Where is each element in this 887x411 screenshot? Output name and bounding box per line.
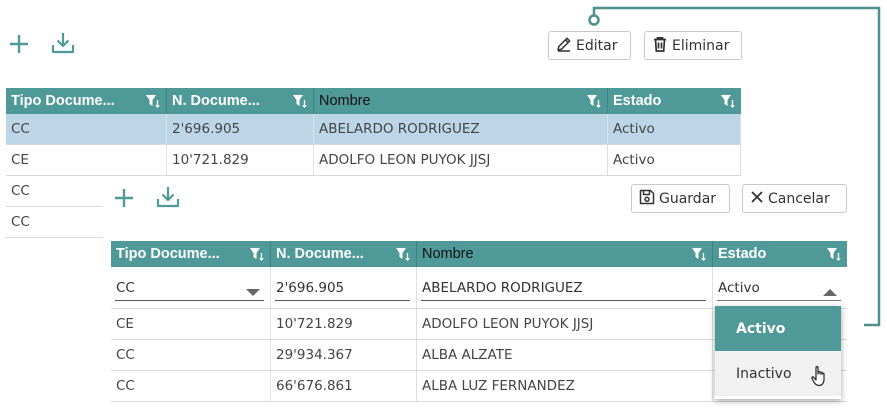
cell-tipo: CC	[6, 114, 167, 144]
pencil-icon	[555, 35, 576, 57]
column-header-label: Tipo Docume...	[116, 246, 220, 262]
column-header-estado[interactable]: Estado	[713, 241, 847, 267]
cell-numero: 10'721.829	[271, 309, 417, 339]
column-header-label: Tipo Docume...	[11, 93, 115, 109]
dropdown-option-label: Inactivo	[736, 365, 792, 382]
table-row[interactable]: CE 10'721.829 ADOLFO LEON PUYOK JJSJ Act…	[6, 145, 741, 176]
column-header-numero[interactable]: N. Docume...	[271, 241, 417, 267]
cell-numero: 29'934.367	[271, 340, 417, 370]
column-header-numero[interactable]: N. Docume...	[167, 88, 314, 114]
cell-nombre: ADOLFO LEON PUYOK JJSJ	[417, 309, 713, 339]
column-header-estado[interactable]: Estado	[608, 88, 741, 114]
hand-cursor-icon	[810, 364, 830, 392]
delete-button[interactable]: Eliminar	[644, 31, 742, 60]
column-header-tipo[interactable]: Tipo Docume...	[111, 241, 271, 267]
cell-numero: 2'696.905	[271, 267, 417, 308]
column-header-label: Estado	[718, 246, 767, 262]
download-icon	[155, 184, 181, 210]
cell-estado: Activo	[608, 145, 741, 175]
download-button[interactable]	[50, 30, 76, 56]
download-button[interactable]	[155, 184, 181, 210]
cancel-button-label: Cancelar	[768, 190, 830, 207]
caret-down-icon[interactable]	[246, 285, 260, 301]
cell-estado: Activo	[608, 114, 741, 144]
numero-input[interactable]: 2'696.905	[275, 276, 410, 301]
filter-icon[interactable]	[145, 93, 161, 113]
filter-icon[interactable]	[691, 246, 707, 266]
add-button[interactable]	[6, 31, 32, 57]
estado-select[interactable]: Activo	[717, 276, 841, 301]
cell-tipo: CE	[6, 145, 167, 175]
cell-nombre: ABELARDO RODRIGUEZ	[314, 114, 608, 144]
filter-icon[interactable]	[249, 246, 265, 266]
cell-numero: 66'676.861	[271, 371, 417, 401]
filter-icon[interactable]	[826, 246, 842, 266]
nombre-input-value: ABELARDO RODRIGUEZ	[422, 280, 583, 296]
filter-icon[interactable]	[720, 93, 736, 113]
column-header-label: N. Docume...	[276, 246, 364, 262]
cell-tipo: CC	[111, 340, 271, 370]
floppy-icon	[638, 188, 659, 210]
column-header-label: Nombre	[422, 246, 474, 262]
filter-icon[interactable]	[395, 246, 411, 266]
cell-tipo: CC	[111, 267, 271, 308]
cell-nombre: ABELARDO RODRIGUEZ	[417, 267, 713, 308]
numero-input-value: 2'696.905	[276, 280, 345, 296]
table-row[interactable]: CC	[6, 207, 103, 238]
grid-header: Tipo Docume... N. Docume... Nombre Estad…	[6, 88, 741, 114]
cell-estado: Activo	[713, 267, 847, 308]
download-icon	[50, 30, 76, 56]
editing-row: CC 2'696.905 ABELARDO RODRIGUEZ Activo	[111, 267, 847, 309]
grid-header: Tipo Docume... N. Docume... Nombre Estad…	[111, 241, 847, 267]
plus-icon	[113, 187, 135, 209]
cell-tipo: CC	[11, 183, 30, 199]
filter-icon[interactable]	[292, 93, 308, 113]
column-header-label: Nombre	[319, 93, 371, 109]
dropdown-option-inactivo[interactable]: Inactivo	[715, 351, 841, 396]
cell-tipo: CC	[11, 214, 30, 230]
cell-nombre: ALBA ALZATE	[417, 340, 713, 370]
save-button[interactable]: Guardar	[631, 184, 730, 213]
filter-icon[interactable]	[586, 93, 602, 113]
edit-button-label: Editar	[576, 37, 618, 54]
nombre-input[interactable]: ABELARDO RODRIGUEZ	[421, 276, 706, 301]
cell-tipo: CE	[111, 309, 271, 339]
close-icon	[749, 189, 768, 209]
trash-icon	[651, 35, 672, 57]
dropdown-option-activo[interactable]: Activo	[715, 306, 841, 351]
edit-button[interactable]: Editar	[548, 31, 631, 60]
column-header-label: N. Docume...	[172, 93, 260, 109]
delete-button-label: Eliminar	[672, 37, 730, 54]
estado-dropdown-menu: Activo Inactivo	[715, 306, 841, 399]
cell-tipo: CC	[111, 371, 271, 401]
column-header-label: Estado	[613, 93, 662, 109]
save-button-label: Guardar	[659, 190, 717, 207]
cell-numero: 10'721.829	[167, 145, 314, 175]
column-header-tipo[interactable]: Tipo Docume...	[6, 88, 167, 114]
estado-select-value: Activo	[718, 280, 760, 296]
plus-icon	[8, 33, 30, 55]
cell-numero: 2'696.905	[167, 114, 314, 144]
caret-up-icon[interactable]	[823, 284, 837, 300]
table-row[interactable]: CC	[6, 176, 103, 207]
table-row[interactable]: CC 2'696.905 ABELARDO RODRIGUEZ Activo	[6, 114, 741, 145]
cell-nombre: ADOLFO LEON PUYOK JJSJ	[314, 145, 608, 175]
cancel-button[interactable]: Cancelar	[742, 184, 847, 213]
tipo-select[interactable]: CC	[115, 276, 264, 301]
add-button[interactable]	[111, 185, 137, 211]
column-header-nombre[interactable]: Nombre	[314, 88, 608, 114]
column-header-nombre[interactable]: Nombre	[417, 241, 713, 267]
cell-nombre: ALBA LUZ FERNANDEZ	[417, 371, 713, 401]
tipo-select-value: CC	[116, 280, 135, 296]
